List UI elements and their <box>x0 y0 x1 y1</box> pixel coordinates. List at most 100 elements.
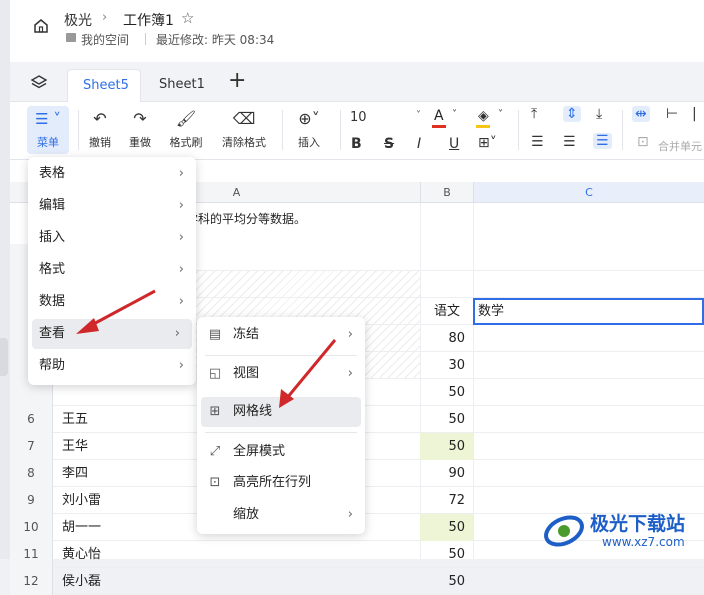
cell-b[interactable]: 80 <box>420 325 473 352</box>
cell-b[interactable]: 50 <box>420 541 473 568</box>
cell-b[interactable] <box>420 244 473 271</box>
chevron-right-icon: › <box>347 366 353 381</box>
toolbar: ☰ ˅ 菜单 ↶ 撤销 ↷ 重做 🖌 格式刷 ⌫ 清除格式 ⊕˅ 插入 10 ˅… <box>10 102 704 160</box>
cell-c[interactable] <box>478 433 678 460</box>
chevron-right-icon: › <box>178 230 184 245</box>
chevron-right-icon: › <box>174 326 180 341</box>
home-icon[interactable] <box>32 17 50 35</box>
menu-item-insert[interactable]: 插入 › <box>28 223 196 253</box>
cell-c[interactable] <box>478 568 678 595</box>
cell-c[interactable] <box>478 460 678 487</box>
cell-b[interactable]: 语文 <box>420 298 473 325</box>
cell-c[interactable] <box>478 406 678 433</box>
align-bottom-icon[interactable]: ⤓ <box>596 106 602 122</box>
divider <box>340 110 341 150</box>
eraser-icon: ⌫ <box>232 109 256 128</box>
align-middle-icon[interactable]: ⇕ <box>563 106 581 122</box>
align-top-icon[interactable]: ⤒ <box>531 106 537 122</box>
row-header[interactable]: 8 <box>10 460 53 487</box>
cell-c[interactable] <box>478 244 678 271</box>
submenu-item-freeze[interactable]: ▤ 冻结 › <box>197 320 365 350</box>
align-right-icon[interactable]: ☰ <box>593 133 612 149</box>
cell-b[interactable]: 50 <box>420 568 473 595</box>
watermark-title: 极光下载站 <box>590 513 686 535</box>
merge-icon: ⊡ <box>637 134 649 150</box>
cell-b[interactable]: 50 <box>420 406 473 433</box>
tab-sheet1[interactable]: Sheet1 <box>144 69 220 102</box>
menu-item-data[interactable]: 数据 › <box>28 287 196 317</box>
menu-item-format[interactable]: 格式 › <box>28 255 196 285</box>
row-header[interactable]: 6 <box>10 406 53 433</box>
divider <box>145 33 146 45</box>
align-left-icon[interactable]: ☰ <box>531 134 544 150</box>
menu-item-label: 帮助 <box>39 358 66 373</box>
menu-item-table[interactable]: 表格 › <box>28 159 196 189</box>
format-painter-button[interactable]: 🖌 格式刷 <box>166 108 206 150</box>
add-sheet-icon[interactable]: + <box>228 68 246 93</box>
undo-button[interactable]: ↶ 撤销 <box>86 108 114 150</box>
cell-c[interactable] <box>478 325 678 352</box>
left-edge-handle[interactable] <box>0 338 8 376</box>
freeze-icon: ▤ <box>208 327 222 342</box>
cell-b[interactable] <box>420 271 473 298</box>
fill-color-icon[interactable]: ◈ <box>478 108 489 124</box>
cell-c[interactable] <box>478 352 678 379</box>
chevron-down-icon[interactable]: ˅ <box>498 109 503 120</box>
tab-sheet5[interactable]: Sheet5 <box>67 69 141 102</box>
strikethrough-button[interactable]: S <box>384 136 394 152</box>
redo-button[interactable]: ↷ 重做 <box>126 108 154 150</box>
align-center-icon[interactable]: ☰ <box>563 134 576 150</box>
column-icon[interactable]: ⊢ <box>666 106 678 122</box>
submenu-item-view[interactable]: ◱ 视图 › <box>197 359 365 389</box>
font-color-swatch <box>432 125 446 128</box>
space-label[interactable]: 我的空间 <box>81 31 129 48</box>
submenu-item-highlight[interactable]: ⊡ 高亮所在行列 <box>197 468 365 498</box>
submenu-item-fullscreen[interactable]: ⤢ 全屏模式 <box>197 437 365 467</box>
font-size-select[interactable]: 10 <box>350 110 367 125</box>
star-icon[interactable]: ☆ <box>181 9 194 27</box>
submenu-item-zoom[interactable]: 缩放 › <box>197 500 365 530</box>
cell-c[interactable] <box>478 379 678 406</box>
submenu-item-label: 网格线 <box>233 404 273 419</box>
cell-b[interactable]: 50 <box>420 433 473 460</box>
cell-b[interactable]: 50 <box>420 379 473 406</box>
watermark: 极光下载站 www.xz7.com <box>540 507 700 555</box>
last-modified: 最近修改: 昨天 08:34 <box>156 33 275 47</box>
clear-format-button[interactable]: ⌫ 清除格式 <box>218 108 270 150</box>
row-header[interactable]: 10 <box>10 514 53 541</box>
column-header-c[interactable]: C <box>473 182 704 203</box>
submenu-item-gridlines[interactable]: ⊞ 网格线 <box>201 397 361 427</box>
bold-button[interactable]: B <box>351 136 362 152</box>
column-width-icon[interactable]: ⇹ <box>632 106 650 122</box>
menu-item-edit[interactable]: 编辑 › <box>28 191 196 221</box>
underline-button[interactable]: U <box>449 136 459 152</box>
view-icon: ◱ <box>208 366 222 381</box>
borders-icon[interactable]: ⊞˅ <box>478 135 497 151</box>
chevron-down-icon[interactable]: ˅ <box>452 109 457 120</box>
row-header[interactable]: 9 <box>10 487 53 514</box>
row-header[interactable]: 11 <box>10 541 53 568</box>
row-header[interactable]: 12 <box>10 568 53 595</box>
menu-button[interactable]: ☰ ˅ 菜单 <box>27 106 69 154</box>
cell-b[interactable]: 50 <box>420 514 473 541</box>
cell-a[interactable]: 黄心怡 <box>62 541 412 568</box>
menu-item-view[interactable]: 查看 › <box>32 319 192 349</box>
cell-b[interactable]: 90 <box>420 460 473 487</box>
submenu-item-label: 缩放 <box>233 507 260 522</box>
column-header-b[interactable]: B <box>420 182 473 203</box>
document-title[interactable]: 工作簿1 <box>123 10 174 30</box>
cell-b[interactable]: 30 <box>420 352 473 379</box>
italic-button[interactable]: I <box>417 136 421 152</box>
cell-c[interactable] <box>478 271 678 298</box>
menu-item-help[interactable]: 帮助 › <box>28 351 196 381</box>
insert-button[interactable]: ⊕˅ 插入 <box>292 108 326 150</box>
font-color-icon[interactable]: A <box>434 108 444 124</box>
layers-icon[interactable] <box>30 74 48 90</box>
row-header[interactable]: 7 <box>10 433 53 460</box>
cell-b[interactable]: 72 <box>420 487 473 514</box>
selected-cell[interactable] <box>473 298 704 325</box>
breadcrumb-root[interactable]: 极光 <box>64 10 92 30</box>
chevron-down-icon[interactable]: ˅ <box>416 110 421 121</box>
cell-a[interactable]: 侯小磊 <box>62 568 412 595</box>
row-icon[interactable]: | <box>692 106 697 122</box>
